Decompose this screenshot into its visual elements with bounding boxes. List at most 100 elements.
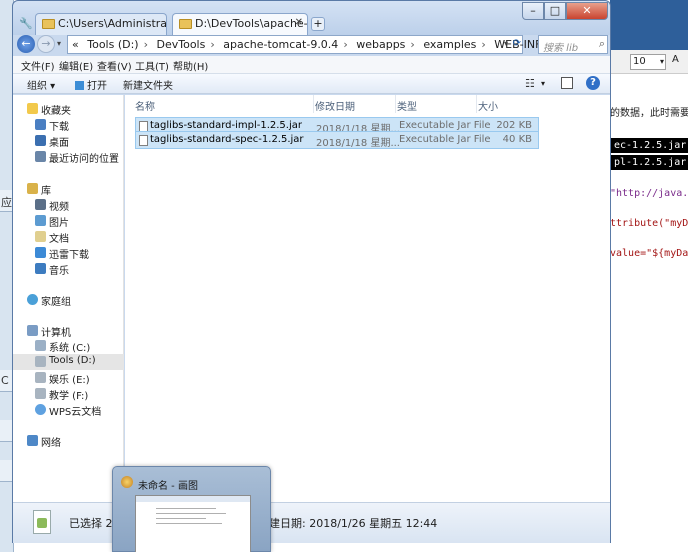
open-button[interactable]: 打开 [75, 77, 107, 92]
nav-homegroup[interactable]: 家庭组 [13, 292, 124, 308]
organize-button[interactable]: 组织 ▾ [27, 77, 55, 92]
file-date: 2018/1/18 星期... [316, 138, 400, 149]
download-icon [35, 119, 46, 130]
file-type: Executable Jar File [399, 134, 491, 145]
history-dropdown-icon[interactable]: ▾ [57, 39, 61, 48]
video-icon [35, 199, 46, 210]
breadcrumb-item[interactable]: examples [423, 38, 476, 51]
thumbnail-line [156, 513, 226, 514]
help-icon[interactable]: ? [586, 76, 600, 90]
navigation-pane: 收藏夹 下载 桌面 最近访问的位置 库 视频 图片 文档 迅雷下载 音乐 家庭组… [13, 95, 124, 502]
bg-editor-header [610, 0, 688, 50]
view-dropdown-icon[interactable]: ▾ [541, 79, 545, 88]
column-name[interactable]: 名称 [135, 98, 155, 113]
status-bar: 已选择 2 建日期: 2018/1/26 星期五 12:44 [13, 502, 610, 543]
column-size[interactable]: 大小 [478, 98, 498, 113]
column-divider[interactable] [476, 95, 477, 113]
breadcrumb-item[interactable]: apache-tomcat-9.0.4 [223, 38, 338, 51]
breadcrumb-item[interactable]: Tools (D:) [87, 38, 138, 51]
refresh-icon[interactable]: ⟳ [513, 38, 521, 49]
address-bar[interactable]: « Tools (D:) › DevTools › apache-tomcat-9.… [67, 35, 582, 54]
selection-count: 已选择 2 [69, 517, 113, 530]
bg-code-line: value="${myDat [610, 248, 688, 259]
selected-files-icon [33, 510, 51, 534]
document-icon [35, 231, 46, 242]
forward-button[interactable]: → [37, 35, 55, 53]
column-type[interactable]: 类型 [397, 98, 417, 113]
bg-text-line: 的数据，此时需要 [610, 108, 688, 119]
nav-downloads[interactable]: 下载 [13, 117, 124, 133]
column-divider[interactable] [313, 95, 314, 113]
menu-help[interactable]: 帮助(H) [173, 58, 208, 73]
new-folder-button[interactable]: 新建文件夹 [123, 77, 173, 92]
preview-title: 未命名 - 画图 [138, 481, 198, 492]
file-list: 名称 修改日期 类型 大小 taglibs-standard-impl-1.2.… [125, 95, 610, 502]
font-style-button[interactable]: A [672, 54, 686, 70]
file-name: taglibs-standard-impl-1.2.5.jar [150, 120, 302, 131]
breadcrumb-item[interactable]: DevTools [157, 38, 206, 51]
nav-pictures[interactable]: 图片 [13, 213, 124, 229]
tab-administrator[interactable]: C:\Users\Administrator\ [35, 13, 167, 35]
menu-bar: 文件(F) 编辑(E) 查看(V) 工具(T) 帮助(H) [13, 56, 610, 74]
maximize-button[interactable]: □ [544, 2, 566, 20]
font-size-select[interactable]: 10 ▾ [630, 54, 666, 70]
column-date[interactable]: 修改日期 [315, 98, 355, 113]
preview-pane-icon[interactable] [561, 77, 573, 89]
minimize-button[interactable]: – [522, 2, 544, 20]
new-tab-button[interactable]: + [311, 17, 325, 31]
preview-thumbnail[interactable] [135, 495, 251, 552]
thumbnail-line [156, 508, 216, 509]
menu-edit[interactable]: 编辑(E) [59, 58, 93, 73]
network-icon [27, 435, 38, 446]
file-size: 202 KB [496, 120, 532, 131]
paint-taskbar-preview[interactable]: 未命名 - 画图 [112, 466, 271, 552]
search-icon[interactable]: ⌕ [599, 37, 605, 51]
bg-code-line: ec-1.2.5.jar [610, 138, 688, 153]
nav-drive-f[interactable]: 教学 (F:) [13, 386, 124, 402]
column-divider[interactable] [395, 95, 396, 113]
menu-file[interactable]: 文件(F) [21, 58, 55, 73]
desktop-icon [35, 135, 46, 146]
file-row[interactable]: taglibs-standard-spec-1.2.5.jar 2018/1/1… [135, 131, 539, 149]
address-dropdown-icon[interactable]: ▾ [504, 39, 508, 48]
menu-tools[interactable]: 工具(T) [135, 58, 169, 73]
computer-icon [27, 325, 38, 336]
breadcrumb-overflow[interactable]: « [72, 38, 79, 51]
tab-lib[interactable]: D:\DevTools\apache-tomc ✕ [172, 13, 308, 35]
breadcrumb: « Tools (D:) › DevTools › apache-tomcat-9.… [72, 38, 587, 51]
nav-computer[interactable]: 计算机 [13, 323, 124, 339]
background-editor-page: 10 ▾ A 的数据，此时需要 ec-1.2.5.jar pl-1.2.5.jar… [610, 0, 688, 552]
recent-icon [35, 151, 46, 162]
jar-file-icon [139, 135, 148, 146]
view-options-icon[interactable]: ☷ [525, 77, 535, 90]
nav-drive-e[interactable]: 娱乐 (E:) [13, 370, 124, 386]
drive-icon [35, 340, 46, 351]
nav-favorites[interactable]: 收藏夹 [13, 101, 124, 117]
nav-network[interactable]: 网络 [13, 433, 124, 449]
wrench-icon[interactable]: 🔧 [19, 17, 33, 30]
nav-thunder-downloads[interactable]: 迅雷下载 [13, 245, 124, 261]
nav-drive-c[interactable]: 系统 (C:) [13, 338, 124, 354]
menu-view[interactable]: 查看(V) [97, 58, 132, 73]
close-tab-icon[interactable]: ✕ [295, 17, 303, 28]
nav-videos[interactable]: 视频 [13, 197, 124, 213]
thumbnail-toolbar [136, 496, 250, 502]
search-input[interactable]: 搜索 lib ⌕ [538, 35, 608, 54]
nav-wps-cloud[interactable]: WPS云文档 [13, 402, 124, 418]
nav-music[interactable]: 音乐 [13, 261, 124, 277]
nav-desktop[interactable]: 桌面 [13, 133, 124, 149]
nav-drive-d[interactable]: Tools (D:) [13, 354, 124, 370]
explorer-window: 🔧 C:\Users\Administrator\ D:\DevTools\ap… [12, 0, 611, 543]
nav-libraries[interactable]: 库 [13, 181, 124, 197]
navigation-bar: ← → ▾ « Tools (D:) › DevTools › apache-tom… [13, 35, 610, 55]
file-type: Executable Jar File [399, 120, 491, 131]
nav-recent[interactable]: 最近访问的位置 [13, 149, 124, 165]
nav-documents[interactable]: 文档 [13, 229, 124, 245]
breadcrumb-item[interactable]: webapps [356, 38, 405, 51]
star-icon [27, 103, 38, 114]
close-button[interactable]: ✕ [566, 2, 608, 20]
bg-code-line: pl-1.2.5.jar [610, 155, 688, 170]
search-placeholder: 搜索 lib [543, 43, 579, 54]
command-bar: 组织 ▾ 打开 新建文件夹 ☷ ▾ ? [13, 74, 610, 94]
back-button[interactable]: ← [17, 35, 35, 53]
